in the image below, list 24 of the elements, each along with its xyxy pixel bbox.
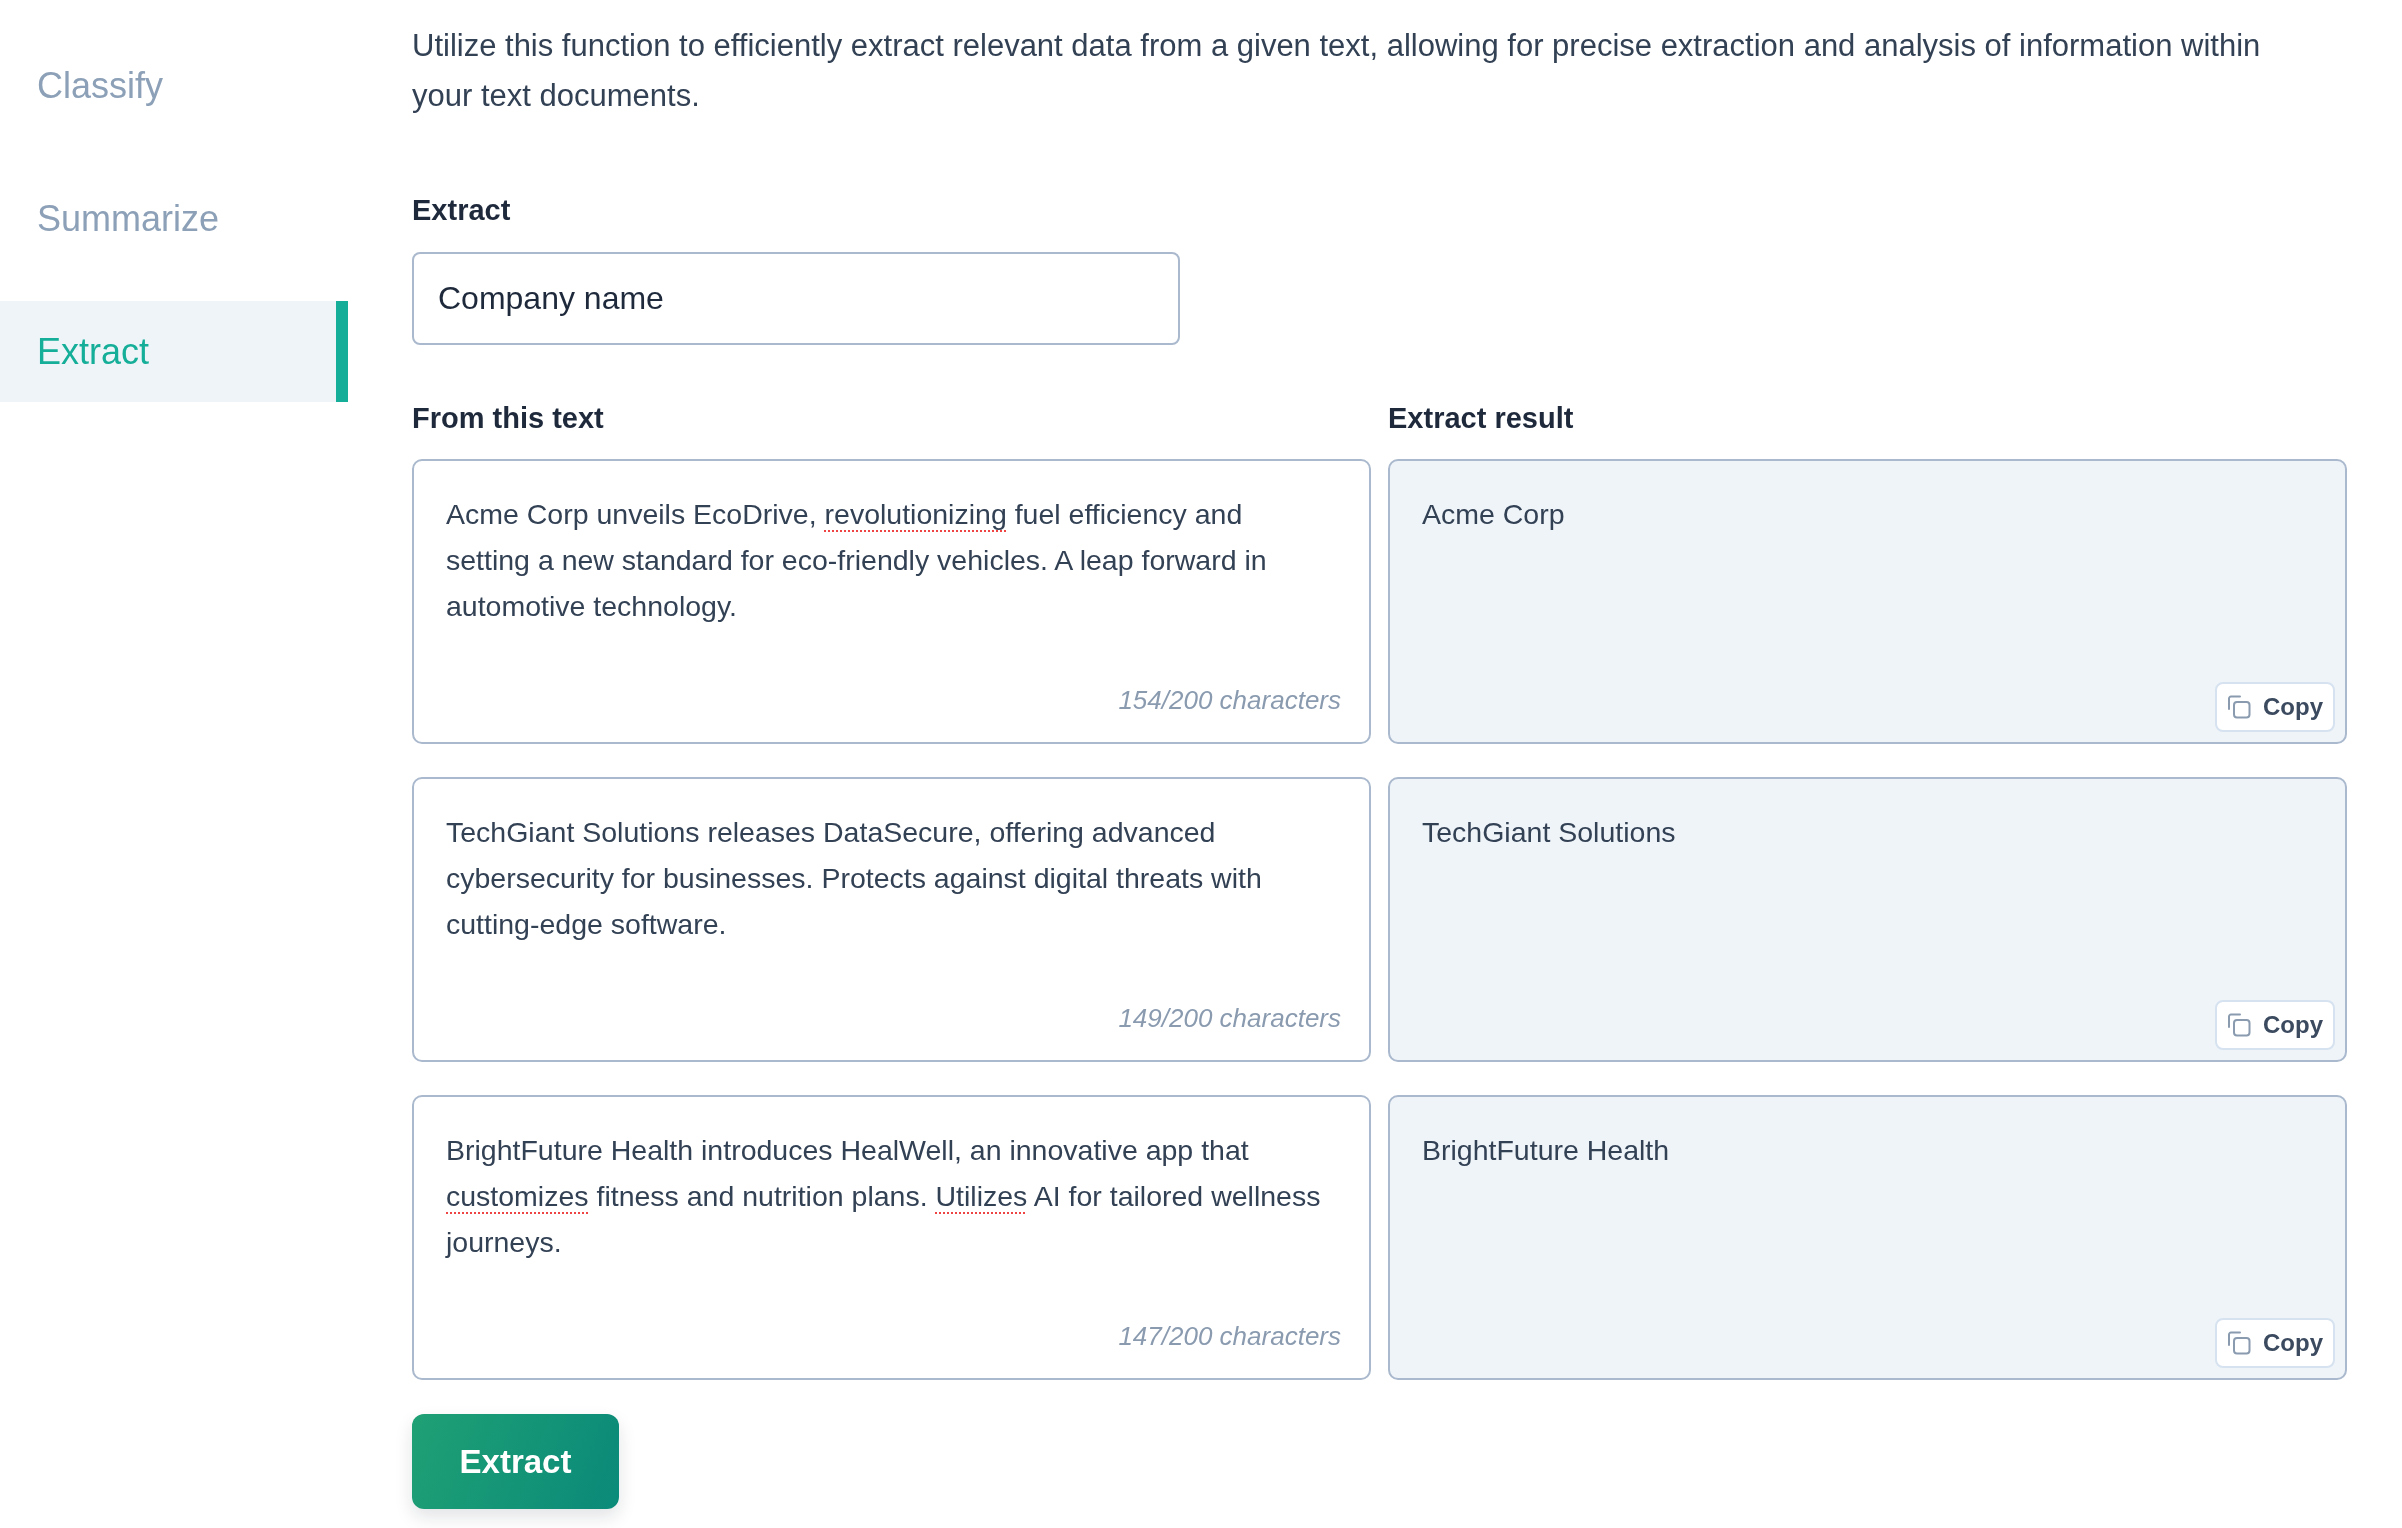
- character-count: 149/200 characters: [1118, 1002, 1341, 1035]
- textarea-field[interactable]: BrightFuture Health introduces HealWell, an innovative app that customizes fitness and nutrition plans. Utilizes AI for tailored wellness journeys. 147/200 characters: [412, 1095, 1371, 1380]
- copy-button[interactable]: Copy: [2215, 1000, 2335, 1050]
- textarea-field[interactable]: TechGiant Solutions releases DataSecure, offering advanced cybersecurity for businesses. Protects against digital threats with cutting-edge software. 149/200 characters: [412, 777, 1371, 1062]
- textarea-field[interactable]: Acme Corp unveils EcoDrive, revolutionizing fuel efficiency and setting a new standard for eco-friendly vehicles. A leap forward in automotive technology. 154/200 characters: [412, 459, 1371, 744]
- copy-button[interactable]: Copy: [2215, 682, 2335, 732]
- field-label: Extract: [412, 193, 511, 228]
- result-text: BrightFuture Health: [1422, 1133, 1671, 1168]
- copy-icon: [2227, 1331, 2251, 1355]
- description-text: Utilize this function to efficiently extract relevant data from a given text, allowing for precise extraction and analysis of information within your text documents.: [412, 27, 2262, 115]
- copy-button[interactable]: Copy: [2215, 1318, 2335, 1368]
- extract-button[interactable]: Extract: [412, 1414, 619, 1509]
- character-count: 147/200 characters: [1118, 1320, 1341, 1353]
- copy-icon: [2227, 1013, 2251, 1037]
- result-text: Acme Corp: [1422, 497, 1566, 532]
- character-count: 154/200 characters: [1118, 684, 1341, 717]
- copy-icon: [2227, 695, 2251, 719]
- input-field[interactable]: Company name: [412, 252, 1180, 345]
- column-heading: From this text: [412, 401, 605, 436]
- result-text: TechGiant Solutions: [1422, 815, 1677, 850]
- textarea-text: TechGiant Solutions releases DataSecure, offering advanced cybersecurity for businesses. Protects against digital threats with cutting-edge software.: [446, 815, 1263, 942]
- textarea-text: Acme Corp unveils EcoDrive, revolutionizing fuel efficiency and setting a new standard for eco-friendly vehicles. A leap forward in automotive technology.: [446, 497, 1268, 624]
- textarea-text: BrightFuture Health introduces HealWell, an innovative app that customizes fitness and nutrition plans. Utilizes AI for tailored wellness journeys.: [446, 1133, 1322, 1260]
- column-heading: Extract result: [1388, 401, 1575, 436]
